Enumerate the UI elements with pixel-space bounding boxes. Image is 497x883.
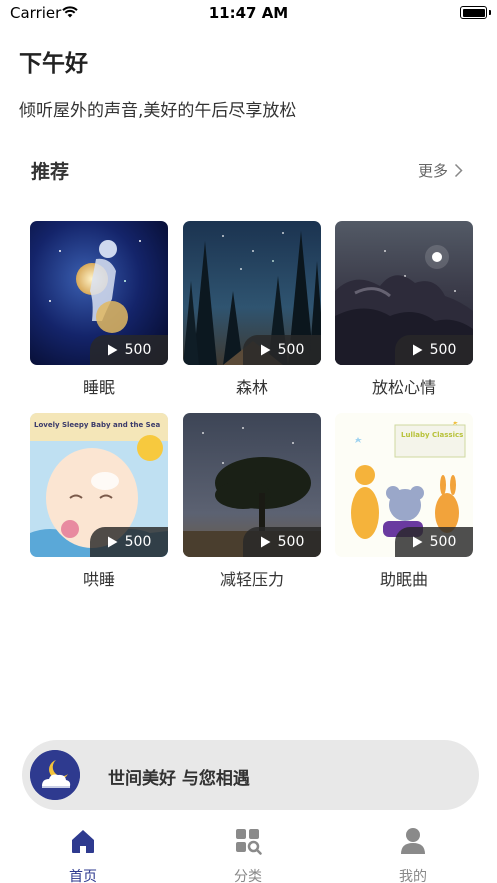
play-count: 500 bbox=[277, 342, 305, 358]
play-count: 500 bbox=[429, 342, 457, 358]
player-cover bbox=[30, 750, 80, 800]
play-count-badge: 500 bbox=[90, 335, 168, 365]
mini-player[interactable]: 世间美好 与您相遇 bbox=[22, 740, 479, 810]
play-count-badge: 500 bbox=[395, 527, 473, 557]
card-thumbnail: 500 bbox=[30, 221, 168, 365]
tab-category[interactable]: 分类 bbox=[188, 827, 308, 883]
chevron-right-icon bbox=[454, 163, 463, 178]
play-count: 500 bbox=[429, 534, 457, 550]
card-label: 放松心情 bbox=[371, 378, 436, 397]
play-icon bbox=[107, 536, 118, 548]
section-title-recommend: 推荐 bbox=[31, 161, 70, 183]
more-link[interactable]: 更多 bbox=[418, 160, 463, 181]
card-thumbnail: Lovely Sleepy Baby and the Sea 500 bbox=[30, 413, 168, 557]
play-count-badge: 500 bbox=[90, 527, 168, 557]
play-count-badge: 500 bbox=[395, 335, 473, 365]
greeting-subtitle: 倾听屋外的声音,美好的午后尽享放松 bbox=[19, 101, 297, 121]
battery-tip bbox=[489, 10, 491, 15]
play-icon bbox=[260, 344, 271, 356]
home-icon bbox=[72, 830, 94, 853]
card-thumbnail: 500 bbox=[183, 413, 321, 557]
profile-icon bbox=[401, 828, 425, 854]
play-icon bbox=[260, 536, 271, 548]
baby-art-title: Lovely Sleepy Baby and the Sea bbox=[34, 421, 161, 429]
card-label: 助眠曲 bbox=[379, 570, 428, 589]
play-icon bbox=[412, 536, 423, 548]
tab-bar: 首页 分类 我的 bbox=[0, 820, 497, 883]
card-label: 森林 bbox=[235, 378, 268, 397]
card-label: 哄睡 bbox=[82, 570, 115, 589]
play-icon bbox=[107, 344, 118, 356]
tab-home[interactable]: 首页 bbox=[23, 827, 143, 883]
play-count-badge: 500 bbox=[243, 527, 321, 557]
more-label: 更多 bbox=[417, 162, 448, 180]
play-count: 500 bbox=[124, 342, 152, 358]
recommend-card-lullaby-baby[interactable]: Lovely Sleepy Baby and the Sea 500 哄睡 bbox=[30, 413, 168, 590]
card-thumbnail: 500 bbox=[183, 221, 321, 365]
recommend-card-sleep-music[interactable]: Lullaby Classics 500 助眠曲 bbox=[335, 413, 473, 590]
status-bar: Carrier 11:47 AM bbox=[0, 0, 497, 26]
moon-cloud-icon bbox=[30, 750, 80, 800]
card-label: 睡眠 bbox=[82, 378, 115, 397]
play-count: 500 bbox=[277, 534, 305, 550]
recommend-card-sleep[interactable]: 500 睡眠 bbox=[30, 221, 168, 398]
card-thumbnail: 500 bbox=[335, 221, 473, 365]
card-label: 减轻压力 bbox=[219, 570, 284, 589]
player-title: 世间美好 与您相遇 bbox=[108, 769, 250, 789]
play-count-badge: 500 bbox=[243, 335, 321, 365]
card-thumbnail: Lullaby Classics 500 bbox=[335, 413, 473, 557]
recommend-card-relax[interactable]: 500 放松心情 bbox=[335, 221, 473, 398]
tab-label: 首页 bbox=[69, 869, 97, 883]
clock: 11:47 AM bbox=[208, 4, 289, 22]
battery-icon bbox=[460, 6, 487, 19]
play-icon bbox=[412, 344, 423, 356]
tab-label: 分类 bbox=[234, 869, 262, 883]
greeting-title: 下午好 bbox=[19, 51, 88, 77]
recommend-card-forest[interactable]: 500 森林 bbox=[183, 221, 321, 398]
recommend-card-stress-relief[interactable]: 500 减轻压力 bbox=[183, 413, 321, 590]
category-icon bbox=[236, 829, 262, 855]
classics-art-title: Lullaby Classics bbox=[401, 431, 464, 439]
tab-profile[interactable]: 我的 bbox=[353, 827, 473, 883]
tab-label: 我的 bbox=[399, 869, 427, 883]
play-count: 500 bbox=[124, 534, 152, 550]
